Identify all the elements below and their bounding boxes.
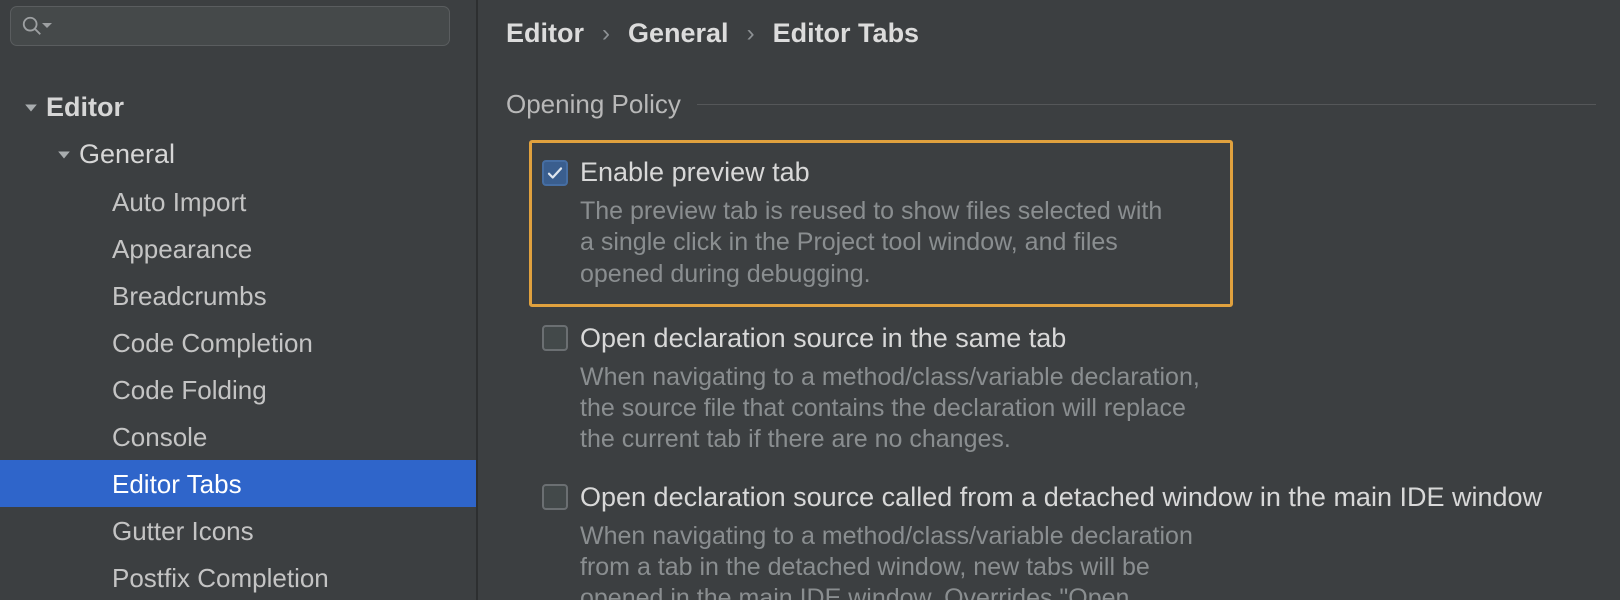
tree-item-editor-tabs[interactable]: Editor Tabs: [0, 460, 476, 507]
option-head: Open declaration source called from a de…: [542, 482, 1596, 513]
search-icon: [21, 15, 43, 37]
search-container: [0, 0, 476, 56]
checkbox[interactable]: [542, 325, 568, 351]
check-icon: [546, 164, 564, 182]
tree-label: Breadcrumbs: [112, 283, 267, 309]
option-description: When navigating to a method/class/variab…: [542, 354, 1202, 456]
tree-label: Appearance: [112, 236, 252, 262]
tree-label: Code Completion: [112, 330, 313, 356]
breadcrumb-item[interactable]: Editor Tabs: [773, 18, 920, 49]
tree-item-console[interactable]: Console: [0, 413, 476, 460]
tree-label: Editor Tabs: [112, 471, 242, 497]
tree-item-gutter-icons[interactable]: Gutter Icons: [0, 507, 476, 554]
checkbox[interactable]: [542, 160, 568, 186]
tree-label: Gutter Icons: [112, 518, 254, 544]
chevron-right-icon: ›: [602, 20, 610, 48]
breadcrumb-item[interactable]: Editor: [506, 18, 584, 49]
tree-item-code-folding[interactable]: Code Folding: [0, 366, 476, 413]
option-label: Enable preview tab: [580, 157, 810, 188]
option-head: Open declaration source in the same tab: [542, 323, 1596, 354]
settings-tree: Editor General Auto Import Appearance Br…: [0, 56, 476, 600]
checkbox[interactable]: [542, 484, 568, 510]
tree-label: General: [79, 141, 175, 168]
settings-panel: Editor › General › Editor Tabs Opening P…: [478, 0, 1620, 600]
tree-label: Editor: [46, 94, 124, 121]
tree-label: Code Folding: [112, 377, 267, 403]
option-head: Enable preview tab: [542, 157, 1212, 188]
option-label: Open declaration source called from a de…: [580, 482, 1542, 513]
option-description: The preview tab is reused to show files …: [542, 188, 1182, 290]
breadcrumb-item[interactable]: General: [628, 18, 729, 49]
option-description: When navigating to a method/class/variab…: [542, 513, 1202, 600]
tree-label: Postfix Completion: [112, 565, 329, 591]
tree-item-editor[interactable]: Editor: [0, 84, 476, 131]
chevron-down-icon: [20, 101, 42, 115]
option-open-declaration-same-tab: Open declaration source in the same tab …: [542, 323, 1596, 456]
settings-sidebar: Editor General Auto Import Appearance Br…: [0, 0, 478, 600]
section-title: Opening Policy: [506, 89, 681, 120]
option-open-declaration-detached: Open declaration source called from a de…: [542, 482, 1596, 600]
chevron-down-icon: [41, 20, 53, 32]
section-header: Opening Policy: [506, 89, 1596, 120]
tree-item-breadcrumbs[interactable]: Breadcrumbs: [0, 272, 476, 319]
divider: [697, 104, 1596, 105]
tree-label: Auto Import: [112, 189, 246, 215]
tree-item-postfix-completion[interactable]: Postfix Completion: [0, 554, 476, 600]
chevron-right-icon: ›: [747, 20, 755, 48]
tree-item-auto-import[interactable]: Auto Import: [0, 178, 476, 225]
option-group: Enable preview tab The preview tab is re…: [506, 140, 1596, 600]
search-input[interactable]: [59, 13, 439, 39]
tree-item-code-completion[interactable]: Code Completion: [0, 319, 476, 366]
tree-item-general[interactable]: General: [0, 131, 476, 178]
tree-item-appearance[interactable]: Appearance: [0, 225, 476, 272]
tree-label: Console: [112, 424, 207, 450]
chevron-down-icon: [53, 148, 75, 162]
breadcrumb: Editor › General › Editor Tabs: [506, 18, 1596, 89]
option-enable-preview-tab: Enable preview tab The preview tab is re…: [529, 140, 1233, 307]
search-box[interactable]: [10, 6, 450, 46]
option-label: Open declaration source in the same tab: [580, 323, 1066, 354]
